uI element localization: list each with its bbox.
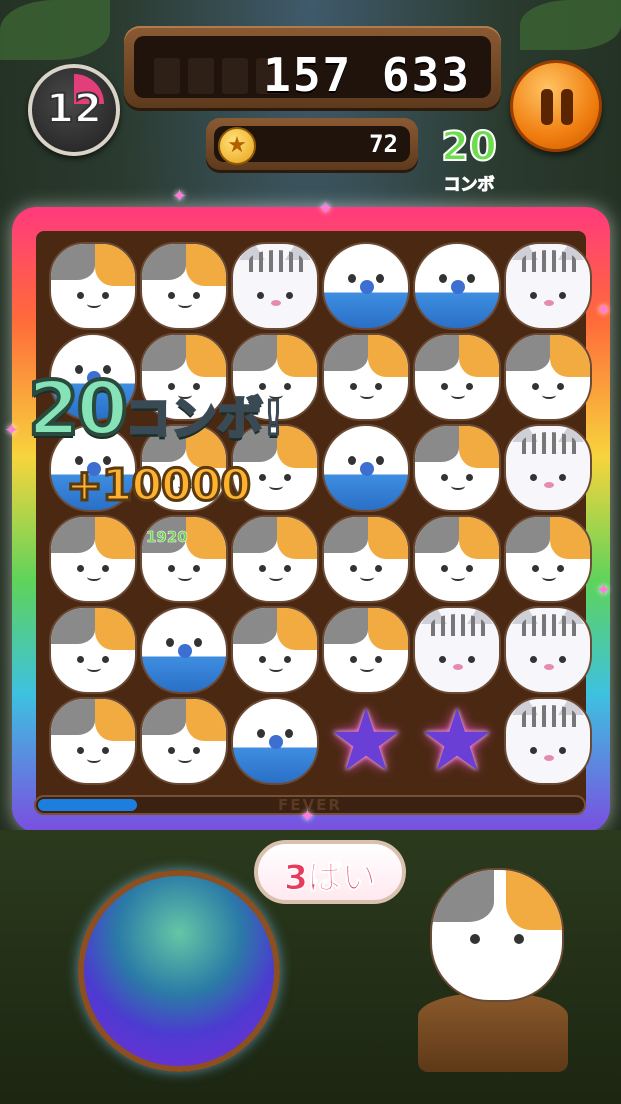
combo-popup-text: コンボ! [123,390,285,447]
multiplier-bubble: 3ばい [254,840,406,904]
combo-count: 20 [440,123,498,171]
calico-cat-tile[interactable] [231,606,319,694]
sparkle-icon: ✦ [596,580,612,601]
calico-cat-tile[interactable] [504,515,592,603]
calico-cat-tile[interactable] [413,515,501,603]
calico-cat-tile[interactable] [322,515,410,603]
calico-cat-tile[interactable] [231,515,319,603]
pause-button[interactable] [510,60,602,152]
score-value: 157 633 [263,48,471,102]
star-tile[interactable]: ★ [322,697,410,785]
calico-cat-tile[interactable] [49,606,137,694]
sparkle-icon: ✦ [318,198,334,219]
calico-cat-tile[interactable] [49,242,137,330]
game-board-frame: ★ ★ [12,207,610,832]
sparkle-icon: ✦ [172,186,188,207]
leaf-decoration [520,0,621,50]
sparkle-icon: ✦ [596,300,612,321]
calico-cat-tile[interactable] [504,333,592,421]
coin-panel: ★ 72 [206,118,418,170]
parakeet-tile[interactable] [231,697,319,785]
coin-count: 72 [369,130,398,158]
white-tiger-tile[interactable] [504,424,592,512]
calico-cat-tile[interactable] [49,697,137,785]
pause-icon [541,89,553,125]
tree-stump [418,992,568,1072]
combo-popup: 20コンボ! [26,364,285,454]
multiplier-text: 3ばい [284,858,377,899]
calico-cat-tile[interactable] [140,242,228,330]
pause-icon [561,89,573,125]
white-tiger-tile[interactable] [504,606,592,694]
star-tile[interactable]: ★ [413,697,501,785]
combo-bonus: +10000 [65,459,253,513]
combo-label: コンボ [443,175,495,196]
white-tiger-tile[interactable] [231,242,319,330]
calico-cat-tile[interactable] [413,424,501,512]
score-panel: 157 633 [124,26,501,108]
white-tiger-tile[interactable] [504,242,592,330]
parakeet-tile[interactable] [413,242,501,330]
calico-cat-tile[interactable] [413,333,501,421]
parakeet-tile[interactable] [322,242,410,330]
combo-popup-number: 20 [26,364,130,454]
score-display: 157 633 [134,36,491,102]
game-board: ★ ★ [36,231,592,809]
parakeet-tile[interactable] [140,606,228,694]
calico-cat-tile[interactable] [49,515,137,603]
sparkle-icon: ✦ [4,420,20,441]
white-tiger-tile[interactable] [413,606,501,694]
mascot-cat[interactable] [430,868,564,1002]
tile-grid: ★ ★ [49,242,597,790]
parakeet-tile[interactable] [322,424,410,512]
calico-cat-tile[interactable] [322,333,410,421]
moves-counter: 12 [28,64,120,156]
leaf-decoration [0,0,110,60]
skill-orb[interactable] [78,870,280,1072]
moves-left-value: 12 [45,85,103,133]
calico-cat-tile[interactable] [322,606,410,694]
tile-points: 1920 [146,528,188,547]
sparkle-icon: ✦ [300,806,316,827]
coin-icon: ★ [218,127,256,165]
calico-cat-tile[interactable] [140,697,228,785]
white-tiger-tile[interactable] [504,697,592,785]
